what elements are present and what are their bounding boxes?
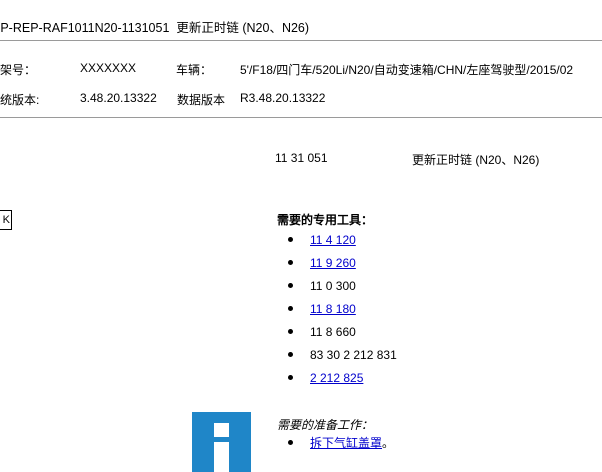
document-title: EP-REP-RAF1011N20-1131051 更新正时链 (N20、N26… bbox=[0, 17, 309, 36]
preparation-list: 拆下气缸盖罩。 bbox=[285, 435, 394, 458]
vehicle-value: 5'/F18/四门车/520Li/N20/自动变速箱/CHN/左座驾驶型/201… bbox=[240, 63, 574, 77]
list-item[interactable]: 2 212 825 bbox=[285, 370, 397, 393]
header-divider bbox=[0, 40, 602, 41]
document-subtitle: 更新正时链 (N20、N26) bbox=[176, 21, 310, 35]
vehicle-label: 车辆： bbox=[176, 63, 213, 77]
collapse-button[interactable]: K bbox=[0, 210, 12, 230]
prep-suffix: 。 bbox=[382, 436, 395, 450]
system-version-label: 系统版本: bbox=[0, 93, 40, 107]
tool-number: 83 30 2 212 831 bbox=[310, 348, 397, 362]
prep-link[interactable]: 拆下气缸盖罩 bbox=[310, 436, 382, 450]
list-item[interactable]: 11 9 260 bbox=[285, 255, 397, 278]
data-version-value: R3.48.20.13322 bbox=[240, 91, 326, 105]
chassis-label: 车架号： bbox=[0, 63, 37, 77]
list-item[interactable]: 11 4 120 bbox=[285, 232, 397, 255]
document-id: EP-REP-RAF1011N20-1131051 bbox=[0, 21, 170, 35]
info-icon-dot bbox=[214, 423, 229, 437]
special-tools-heading: 需要的专用工具： bbox=[277, 213, 374, 227]
list-item[interactable]: 拆下气缸盖罩。 bbox=[285, 435, 394, 458]
system-version-value: 3.48.20.13322 bbox=[80, 91, 157, 105]
tool-link[interactable]: 2 212 825 bbox=[310, 371, 363, 385]
tool-link[interactable]: 11 8 180 bbox=[310, 302, 356, 316]
tool-number: 11 0 300 bbox=[310, 279, 356, 293]
data-version-label: 数据版本 bbox=[177, 93, 226, 107]
clipped-list-item bbox=[310, 456, 400, 462]
list-item: 11 8 660 bbox=[285, 324, 397, 347]
list-item: 83 30 2 212 831 bbox=[285, 347, 397, 370]
tool-number: 11 8 660 bbox=[310, 325, 356, 339]
info-icon bbox=[192, 412, 251, 472]
operation-title: 更新正时链 (N20、N26) bbox=[412, 153, 540, 167]
info-icon-bar bbox=[214, 442, 229, 472]
list-item[interactable]: 11 8 180 bbox=[285, 301, 397, 324]
tool-link[interactable]: 11 9 260 bbox=[310, 256, 356, 270]
chassis-value: XXXXXXX bbox=[80, 61, 137, 75]
list-item: 11 0 300 bbox=[285, 278, 397, 301]
special-tools-list: 11 4 120 11 9 260 11 0 300 11 8 180 11 8… bbox=[285, 232, 397, 393]
operation-number: 11 31 051 bbox=[275, 151, 328, 165]
preparation-heading: 需要的准备工作： bbox=[277, 418, 374, 432]
info-divider bbox=[0, 117, 602, 118]
tool-link[interactable]: 11 4 120 bbox=[310, 233, 356, 247]
